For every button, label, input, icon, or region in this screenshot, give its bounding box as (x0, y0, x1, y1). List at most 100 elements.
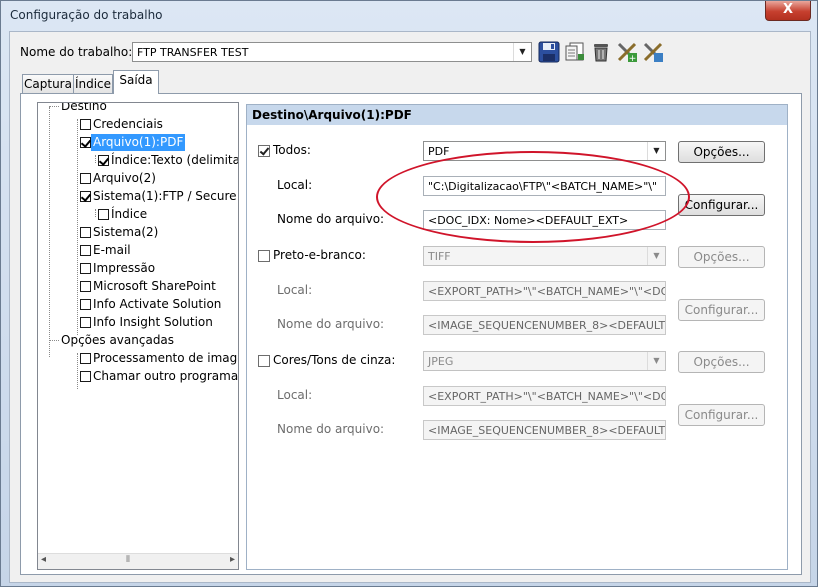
cores-filename-value: <IMAGE_SEQUENCENUMBER_8><DEFAULT_EXT: (428, 424, 666, 437)
tree-checkbox[interactable] (80, 119, 91, 130)
delete-icon[interactable] (590, 41, 612, 63)
cores-filename-label: Nome do arquivo: (277, 422, 385, 436)
tree-item-credenciais[interactable]: Credenciais (93, 116, 163, 133)
chevron-down-icon: ▼ (647, 142, 665, 160)
tools-edit-icon[interactable] (642, 41, 664, 63)
preto-branco-configure-button[interactable]: Configurar... (678, 299, 765, 321)
todos-filename-input[interactable]: <DOC_IDX: Nome><DEFAULT_EXT> (423, 210, 666, 230)
cores-format-select[interactable]: JPEG ▼ (423, 351, 666, 371)
tree-checkbox[interactable] (80, 299, 91, 310)
tab-indice[interactable]: Índice (73, 74, 113, 93)
chevron-down-icon: ▼ (513, 43, 531, 61)
tree-item-email[interactable]: E-mail (93, 242, 131, 259)
tree-checkbox[interactable] (80, 227, 91, 238)
tree-item-sistema1-ftp[interactable]: Sistema(1):FTP / Secure FT (93, 188, 238, 205)
preto-branco-filename-value: <IMAGE_SEQUENCENUMBER_8><DEFAULT_EXT: (428, 319, 666, 332)
preto-branco-checkbox[interactable] (258, 250, 270, 262)
tree-item-sharepoint[interactable]: Microsoft SharePoint (93, 278, 216, 295)
scroll-thumb-grip-icon[interactable]: ⦀ (126, 555, 130, 565)
tree-item-indice[interactable]: Índice (111, 206, 147, 223)
tree-line (49, 340, 59, 341)
todos-options-button[interactable]: Opções... (678, 141, 765, 163)
job-config-window: Configuração do trabalho X Nome do traba… (0, 0, 818, 587)
cores-label: Cores/Tons de cinza: (273, 353, 396, 367)
tree-item-arquivo1-pdf[interactable]: Arquivo(1):PDF (91, 134, 186, 151)
todos-checkbox[interactable] (258, 145, 270, 157)
dialog-client: Nome do trabalho: FTP TRANSFER TEST ▼ + … (9, 31, 811, 583)
cores-format-value: JPEG (428, 355, 454, 368)
scroll-right-icon[interactable]: ▸ (230, 554, 235, 565)
cores-local-value: <EXPORT_PATH>"\"<BATCH_NAME>"\"<DOCUM (428, 390, 665, 403)
todos-filename-value: <DOC_IDX: Nome><DEFAULT_EXT> (428, 214, 629, 227)
cores-filename-input[interactable]: <IMAGE_SEQUENCENUMBER_8><DEFAULT_EXT: (423, 420, 666, 440)
tree-checkbox[interactable] (80, 191, 91, 202)
tools-add-icon[interactable]: + (616, 41, 638, 63)
output-tab-page: Destino Credenciais Arquivo(1):PDF Índic… (20, 93, 802, 575)
job-name-value: FTP TRANSFER TEST (137, 46, 249, 59)
tree-checkbox[interactable] (80, 353, 91, 364)
chevron-down-icon: ▼ (647, 247, 665, 265)
preto-branco-filename-label: Nome do arquivo: (277, 317, 385, 331)
tree-root-opcoes-avancadas[interactable]: Opções avançadas (61, 332, 174, 349)
tree-line (49, 107, 50, 357)
svg-text:+: + (629, 54, 637, 63)
save-icon[interactable] (538, 41, 560, 63)
panel-header-title: Destino\Arquivo(1):PDF (252, 108, 412, 122)
preto-branco-local-label: Local: (277, 283, 313, 297)
tree-checkbox[interactable] (80, 263, 91, 274)
tree-line (77, 119, 78, 335)
tree-item-processamento[interactable]: Processamento de imagem (93, 350, 238, 367)
tree-checkbox[interactable] (98, 209, 109, 220)
cores-local-input[interactable]: <EXPORT_PATH>"\"<BATCH_NAME>"\"<DOCUM (423, 386, 666, 406)
todos-local-value: "C:\Digitalizacao\FTP\"<BATCH_NAME>"\" (428, 180, 658, 193)
tree-line (95, 209, 96, 217)
tree-line (95, 155, 96, 163)
tree-checkbox[interactable] (80, 281, 91, 292)
tree-line (49, 106, 59, 107)
preto-branco-local-value: <EXPORT_PATH>"\"<BATCH_NAME>"\"<DOCUM (428, 285, 665, 298)
tree-line (77, 353, 78, 389)
tree-checkbox[interactable] (80, 317, 91, 328)
preto-branco-local-input[interactable]: <EXPORT_PATH>"\"<BATCH_NAME>"\"<DOCUM (423, 281, 666, 301)
cores-options-button[interactable]: Opções... (678, 351, 765, 373)
preto-branco-options-button[interactable]: Opções... (678, 246, 765, 268)
cores-configure-button[interactable]: Configurar... (678, 404, 765, 426)
todos-format-value: PDF (428, 145, 450, 158)
tree-item-indice-texto[interactable]: Índice:Texto (delimitad (111, 152, 238, 169)
tree-item-arquivo2[interactable]: Arquivo(2) (93, 170, 156, 187)
cores-local-label: Local: (277, 388, 313, 402)
tab-saida[interactable]: Saída (113, 70, 159, 94)
preto-branco-filename-input[interactable]: <IMAGE_SEQUENCENUMBER_8><DEFAULT_EXT: (423, 315, 666, 335)
destination-tree[interactable]: Destino Credenciais Arquivo(1):PDF Índic… (37, 102, 239, 570)
todos-format-select[interactable]: PDF ▼ (423, 141, 666, 161)
tree-checkbox[interactable] (80, 371, 91, 382)
job-name-select[interactable]: FTP TRANSFER TEST ▼ (132, 42, 532, 62)
tree-horizontal-scrollbar[interactable]: ◂ ⦀ ▸ (38, 553, 238, 569)
todos-label: Todos: (273, 143, 311, 157)
preto-branco-format-value: TIFF (428, 250, 451, 263)
tree-item-impressao[interactable]: Impressão (93, 260, 155, 277)
todos-configure-button[interactable]: Configurar... (678, 194, 765, 216)
new-document-icon[interactable] (564, 41, 586, 63)
close-button[interactable]: X (765, 1, 811, 21)
tree-root-destino[interactable]: Destino (61, 103, 107, 115)
todos-filename-label: Nome do arquivo: (277, 212, 385, 226)
window-title: Configuração do trabalho (10, 8, 163, 22)
destination-panel: Destino\Arquivo(1):PDF Todos: PDF ▼ Opçõ… (246, 104, 788, 570)
todos-local-label: Local: (277, 178, 313, 192)
tree-item-info-insight[interactable]: Info Insight Solution (93, 314, 213, 331)
chevron-down-icon: ▼ (647, 352, 665, 370)
tree-checkbox[interactable] (80, 137, 91, 148)
todos-local-input[interactable]: "C:\Digitalizacao\FTP\"<BATCH_NAME>"\" (423, 176, 666, 196)
tab-captura[interactable]: Captura (22, 74, 74, 93)
tree-item-chamar-programa[interactable]: Chamar outro programa (93, 368, 238, 385)
cores-checkbox[interactable] (258, 355, 270, 367)
tree-checkbox[interactable] (80, 173, 91, 184)
tree-checkbox[interactable] (98, 155, 109, 166)
preto-branco-format-select[interactable]: TIFF ▼ (423, 246, 666, 266)
tree-item-sistema2[interactable]: Sistema(2) (93, 224, 158, 241)
preto-branco-label: Preto-e-branco: (273, 248, 366, 262)
scroll-left-icon[interactable]: ◂ (41, 554, 46, 565)
tree-item-info-activate[interactable]: Info Activate Solution (93, 296, 221, 313)
tree-checkbox[interactable] (80, 245, 91, 256)
